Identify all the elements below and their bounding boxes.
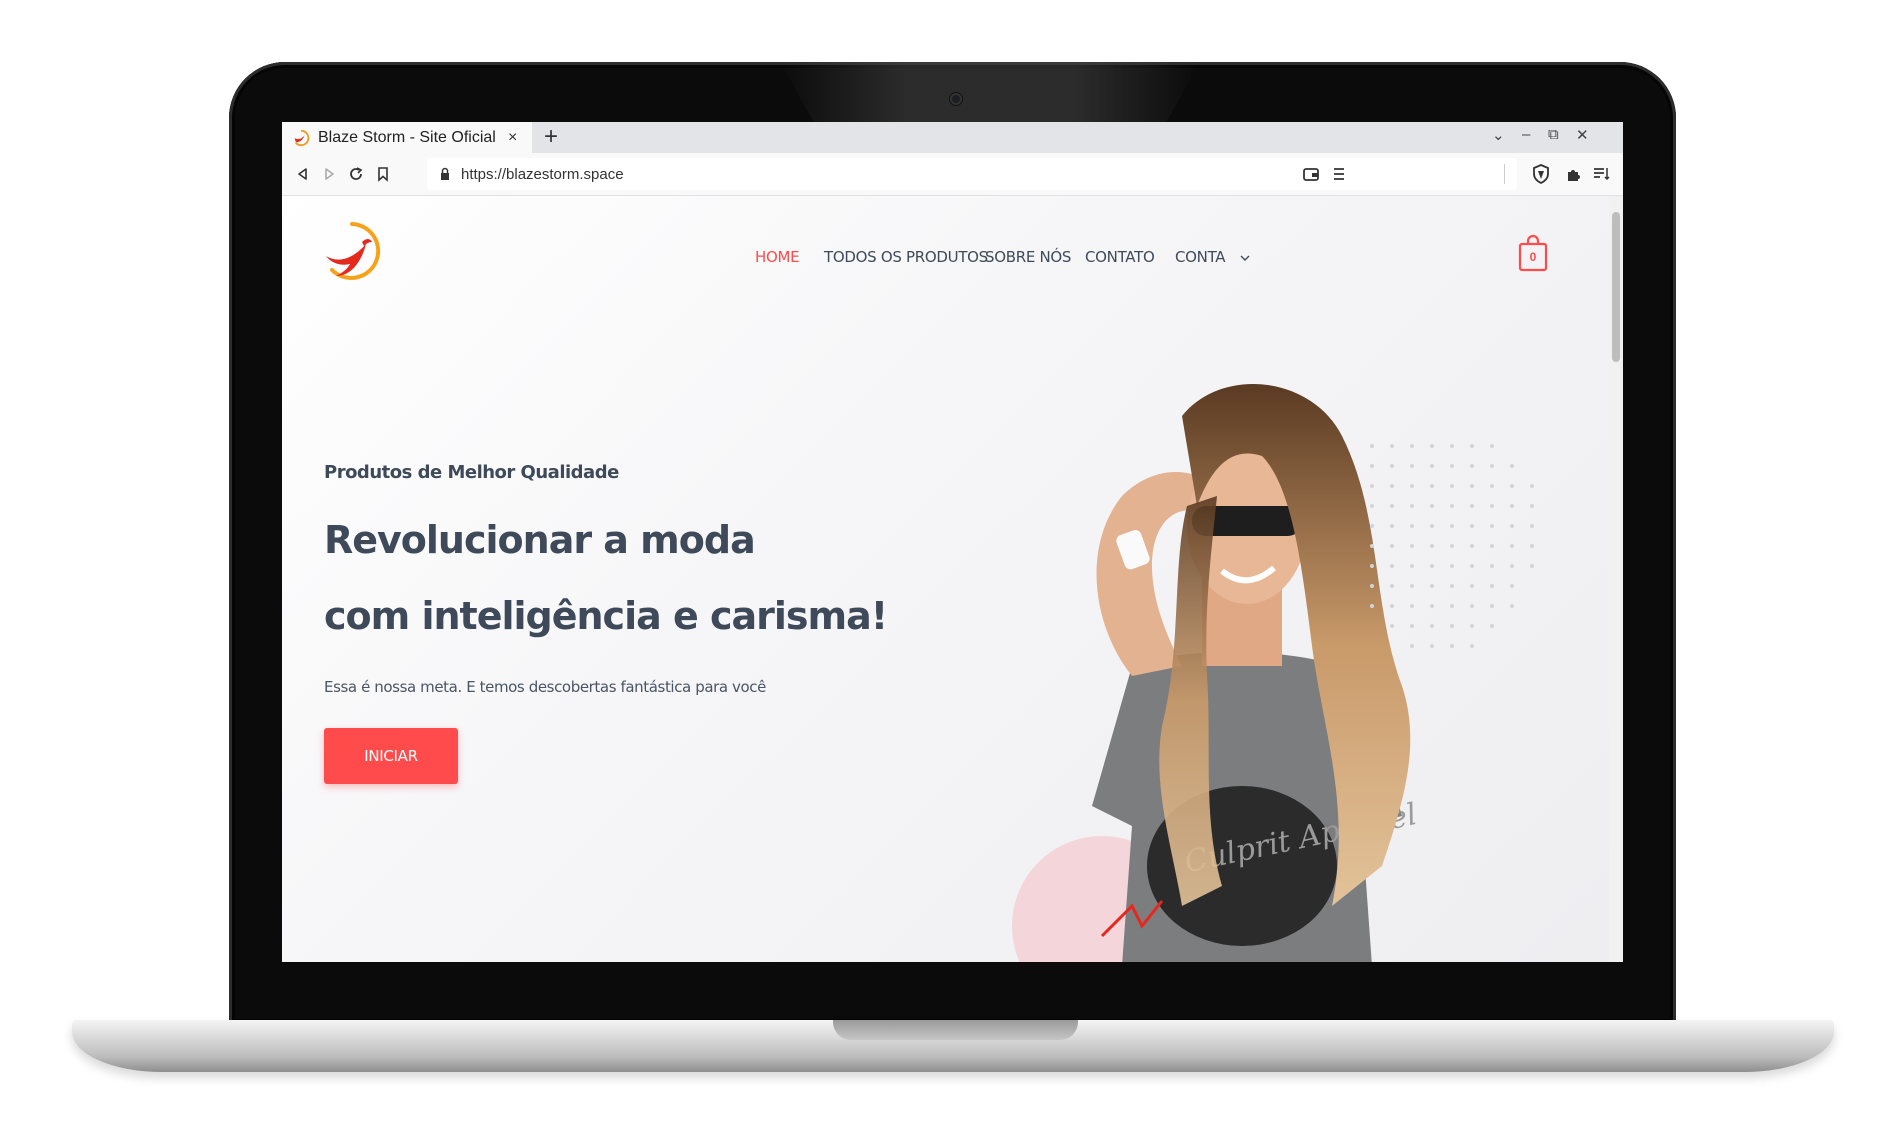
close-window-button[interactable]: ✕ [1576,126,1589,144]
forward-button[interactable] [318,163,340,185]
browser-tab[interactable]: Blaze Storm - Site Oficial × [282,122,532,153]
url-divider [1504,164,1505,184]
reload-button[interactable] [345,163,367,185]
tab-list-chevron-icon[interactable]: ⌄ [1492,126,1505,144]
decorative-dot-grid [1370,444,1534,648]
nav-conta[interactable]: CONTA [1175,248,1226,266]
tab-close-icon[interactable]: × [508,129,517,147]
bookmark-button[interactable] [372,163,394,185]
iniciar-button[interactable]: INICIAR [324,728,458,784]
back-button[interactable] [292,163,314,185]
tab-bar: Blaze Storm - Site Oficial × + ⌄ – ⧉ ✕ [282,122,1623,153]
minimize-button[interactable]: – [1522,126,1530,143]
wallet-icon [1303,168,1319,181]
hero-title-line2: com inteligência e carisma! [324,594,888,638]
scroll-thumb[interactable] [1612,212,1620,362]
cart-count-badge: 0 [1529,250,1537,264]
reading-list-icon [1594,168,1610,181]
laptop-notch [833,1020,1078,1040]
web-page: Culprit Apparel HOME TODOS OS PRODUTOS S… [282,196,1609,962]
reload-icon [350,167,363,180]
hero-description: Essa é nossa meta. E temos descobertas f… [324,678,766,696]
menu-icon [1334,168,1344,180]
extensions-button[interactable] [1563,163,1585,185]
back-icon [298,168,307,180]
page-scrollbar[interactable] [1609,196,1623,962]
lock-icon [441,167,449,180]
nav-contato[interactable]: CONTATO [1085,248,1155,266]
reading-list-button[interactable] [1590,163,1612,185]
url-text: https://blazestorm.space [461,165,624,183]
wallet-button[interactable] [1300,163,1322,185]
browser-window: Blaze Storm - Site Oficial × + ⌄ – ⧉ ✕ h… [282,122,1623,962]
restore-button[interactable]: ⧉ [1548,126,1559,143]
hero-subtitle: Produtos de Melhor Qualidade [324,462,619,483]
nav-home[interactable]: HOME [755,248,800,266]
app-menu-button[interactable] [1328,163,1350,185]
forward-icon [325,168,334,180]
nav-sobre-nos[interactable]: SOBRE NÓS [985,248,1071,266]
browser-toolbar: https://blazestorm.space [282,153,1623,196]
chevron-down-icon[interactable] [1240,254,1250,262]
extensions-icon [1568,170,1580,181]
lid-glare [780,62,1200,122]
shield-button[interactable] [1530,163,1552,185]
nav-todos-os-produtos[interactable]: TODOS OS PRODUTOS [824,248,988,266]
favicon-icon [294,129,310,146]
logo-phoenix[interactable] [322,218,388,288]
url-bar[interactable]: https://blazestorm.space [427,158,1517,190]
shield-icon [1533,164,1549,184]
new-tab-button[interactable]: + [544,124,558,150]
tab-title: Blaze Storm - Site Oficial [318,128,496,146]
bookmark-icon [378,167,388,182]
webcam-icon [950,93,962,105]
hero-title-line1: Revolucionar a moda [324,518,756,562]
